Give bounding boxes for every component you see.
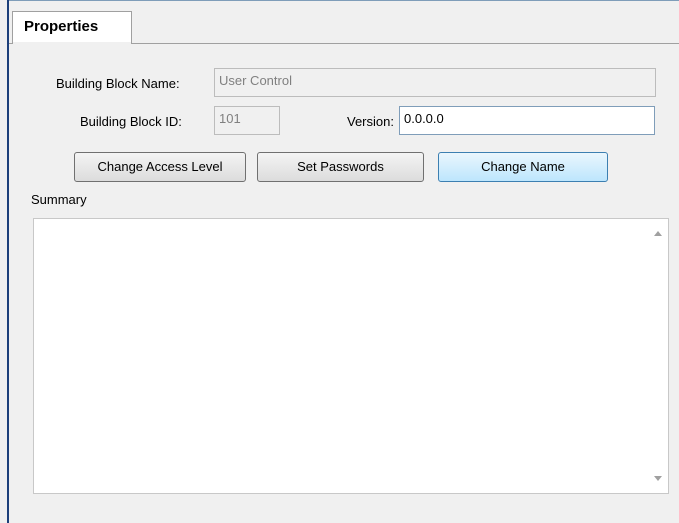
- summary-label: Summary: [31, 192, 87, 207]
- tab-properties[interactable]: Properties: [12, 11, 132, 44]
- scroll-down-arrow-icon[interactable]: [654, 476, 662, 481]
- version-label: Version:: [347, 114, 394, 129]
- properties-window: Properties Building Block Name: User Con…: [0, 0, 679, 523]
- scroll-up-arrow-icon[interactable]: [654, 231, 662, 236]
- version-field[interactable]: 0.0.0.0: [399, 106, 655, 135]
- summary-textarea[interactable]: [33, 218, 669, 494]
- change-name-button[interactable]: Change Name: [438, 152, 608, 182]
- block-id-field[interactable]: 101: [214, 106, 280, 135]
- change-access-level-button[interactable]: Change Access Level: [74, 152, 246, 182]
- block-name-label: Building Block Name:: [56, 76, 180, 91]
- block-name-field[interactable]: User Control: [214, 68, 656, 97]
- tab-strip: Properties: [9, 1, 679, 44]
- set-passwords-button[interactable]: Set Passwords: [257, 152, 424, 182]
- block-id-label: Building Block ID:: [80, 114, 182, 129]
- properties-panel: Building Block Name: User Control Buildi…: [9, 44, 679, 523]
